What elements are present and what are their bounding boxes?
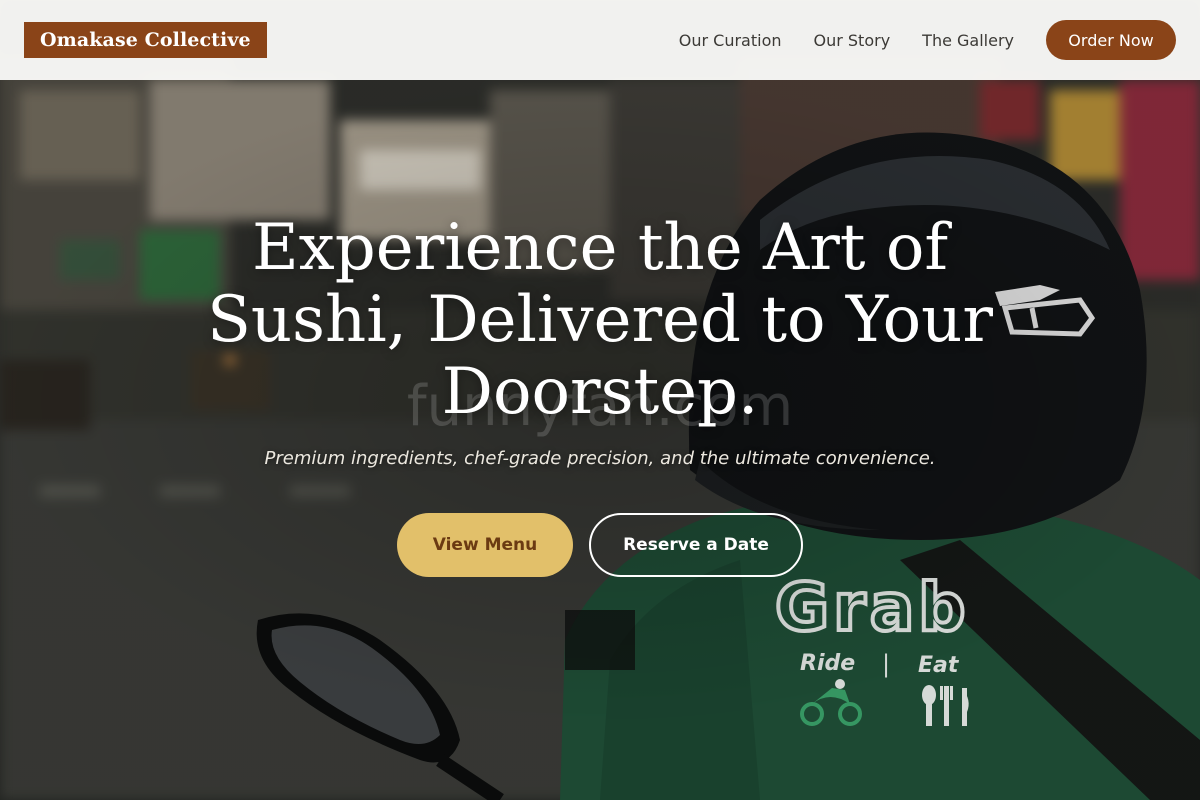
hero-cta-row: View Menu Reserve a Date <box>0 513 1200 577</box>
site-header: Omakase Collective Our Curation Our Stor… <box>0 0 1200 80</box>
hero-subheadline: Premium ingredients, chef-grade precisio… <box>264 448 936 469</box>
hero-section: Grab Ride | Eat funnyfan.com Experience … <box>0 0 1200 800</box>
brand-logo[interactable]: Omakase Collective <box>24 22 267 58</box>
main-nav: Our Curation Our Story The Gallery Order… <box>679 20 1176 60</box>
order-now-button[interactable]: Order Now <box>1046 20 1176 60</box>
nav-link-the-gallery[interactable]: The Gallery <box>922 31 1014 50</box>
hero-headline: Experience the Art of Sushi, Delivered t… <box>207 211 993 429</box>
hero-content: Experience the Art of Sushi, Delivered t… <box>0 212 1200 577</box>
nav-link-our-curation[interactable]: Our Curation <box>679 31 782 50</box>
reserve-date-button[interactable]: Reserve a Date <box>589 513 803 577</box>
nav-link-our-story[interactable]: Our Story <box>814 31 891 50</box>
view-menu-button[interactable]: View Menu <box>397 513 573 577</box>
